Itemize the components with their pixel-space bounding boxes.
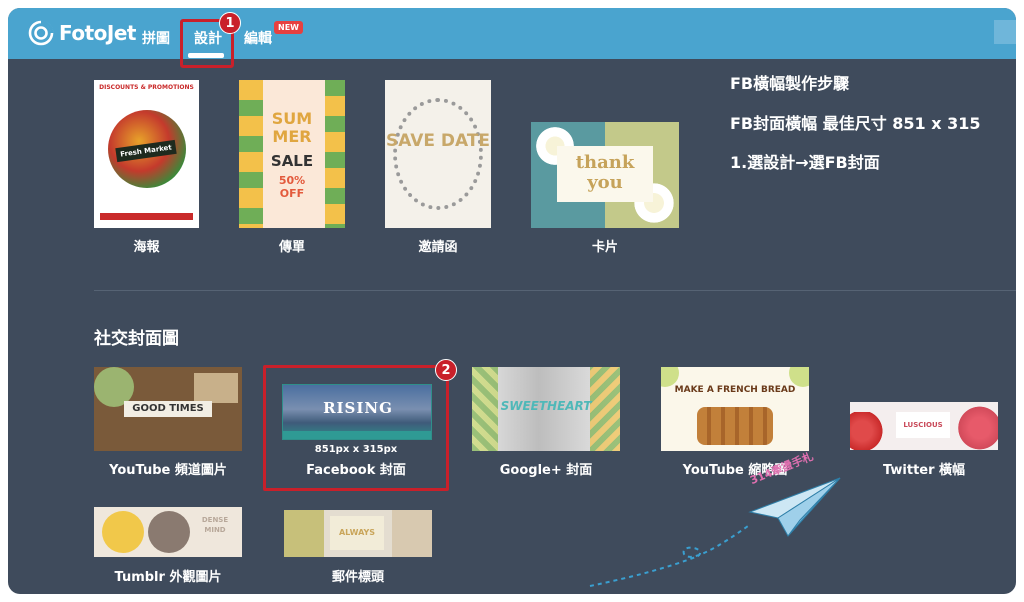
paper-plane-decoration <box>589 477 841 587</box>
fotojet-app-window: FotoJet 拼圖 設計 編輯 NEW 1 DISCOUNTS & PROMO… <box>8 8 1016 594</box>
